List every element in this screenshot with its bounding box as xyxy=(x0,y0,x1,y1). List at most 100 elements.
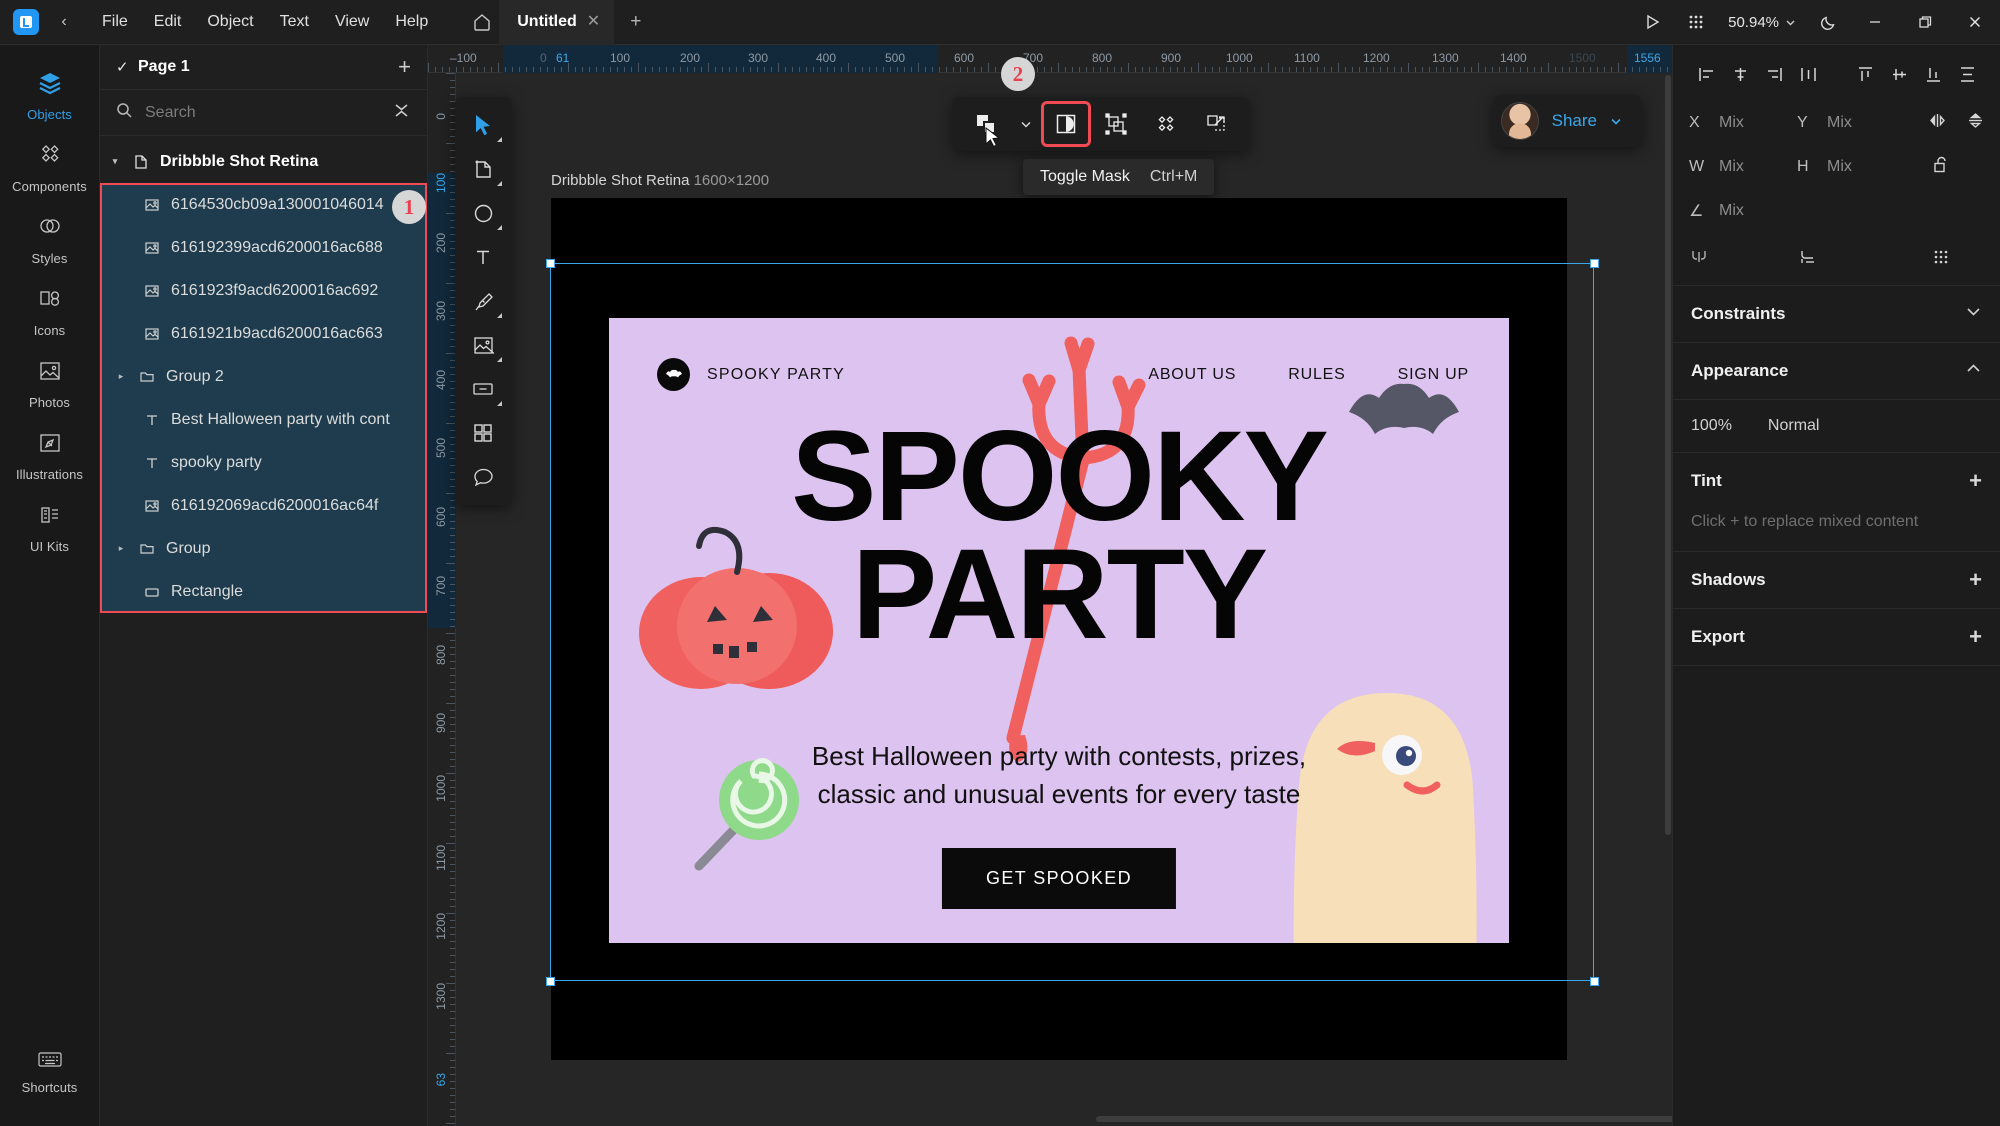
grid-dots-icon[interactable] xyxy=(1932,248,1950,271)
distribute-v-button[interactable] xyxy=(1950,59,1984,89)
blend-mode-value[interactable]: Normal xyxy=(1768,417,1820,435)
close-icon[interactable]: ✕ xyxy=(587,14,600,30)
section-tint[interactable]: Tint + xyxy=(1673,453,2000,509)
window-close-button[interactable] xyxy=(1950,0,2000,45)
section-appearance[interactable]: Appearance xyxy=(1673,343,2000,399)
sidebar-item-illustrations[interactable]: Illustrations xyxy=(0,419,100,491)
layer-root-artboard[interactable]: ▾ Dribbble Shot Retina xyxy=(100,140,427,183)
menu-help[interactable]: Help xyxy=(382,7,441,37)
align-middle-v-button[interactable] xyxy=(1882,59,1916,89)
sidebar-item-styles[interactable]: Styles xyxy=(0,203,100,275)
layer-item-2[interactable]: 6161923f9acd6200016ac692 xyxy=(100,269,427,312)
group-button[interactable] xyxy=(1093,103,1139,145)
y-field[interactable]: Y Mix xyxy=(1797,114,1905,132)
shape-tool[interactable] xyxy=(461,193,505,233)
layer-item-4[interactable]: ▸ Group 2 xyxy=(100,355,427,398)
align-right-button[interactable] xyxy=(1757,59,1791,89)
layer-item-5[interactable]: Best Halloween party with cont xyxy=(100,398,427,441)
moon-icon[interactable] xyxy=(1806,0,1850,45)
layer-item-1[interactable]: 616192399acd6200016ac688 xyxy=(100,226,427,269)
plus-icon[interactable]: + xyxy=(614,11,657,33)
selection-handle-bl[interactable] xyxy=(546,977,555,986)
add-shadow-button[interactable]: + xyxy=(1969,569,1982,591)
text-tool[interactable] xyxy=(461,237,505,277)
layer-item-9[interactable]: Rectangle xyxy=(100,570,427,613)
nav-link-sign-up[interactable]: SIGN UP xyxy=(1398,366,1469,384)
canvas-viewport[interactable]: Dribbble Shot Retina 1600×1200 SPOOKY PA… xyxy=(456,73,1672,1126)
chevron-left-icon[interactable]: ‹ xyxy=(53,13,75,31)
vertical-ruler[interactable]: 0 100 200 300 400 500 600 700 800 900 10… xyxy=(428,73,456,1126)
chevron-up-icon[interactable] xyxy=(1965,360,1982,382)
chevron-down-icon[interactable] xyxy=(1965,303,1982,325)
sidebar-item-components[interactable]: Components xyxy=(0,131,100,203)
boolean-ops-button[interactable] xyxy=(963,103,1009,145)
artboard-canvas[interactable]: SPOOKY PARTY ABOUT US RULES SIGN UP SPOO… xyxy=(551,198,1567,1060)
play-icon[interactable] xyxy=(1630,0,1674,45)
align-left-button[interactable] xyxy=(1689,59,1723,89)
sidebar-item-shortcuts[interactable]: Shortcuts xyxy=(0,1038,100,1104)
create-component-button[interactable] xyxy=(1143,103,1189,145)
flip-horizontal-icon[interactable] xyxy=(1928,112,1947,134)
layer-item-6[interactable]: spooky party xyxy=(100,441,427,484)
pen-tool[interactable] xyxy=(461,281,505,321)
menu-file[interactable]: File xyxy=(89,7,141,37)
vertical-scrollbar[interactable] xyxy=(1665,75,1671,835)
menu-text[interactable]: Text xyxy=(267,7,322,37)
sidebar-item-ui-kits[interactable]: UI Kits xyxy=(0,491,100,563)
section-export[interactable]: Export + xyxy=(1673,609,2000,665)
selection-handle-tr[interactable] xyxy=(1590,259,1599,268)
nav-link-rules[interactable]: RULES xyxy=(1288,366,1345,384)
flatten-button[interactable] xyxy=(1193,103,1239,145)
corner-radius-icon[interactable] xyxy=(1689,247,1709,272)
grid-apps-icon[interactable] xyxy=(1674,0,1718,45)
collapse-all-icon[interactable] xyxy=(392,101,411,125)
distribute-h-button[interactable] xyxy=(1791,59,1825,89)
comment-tool[interactable] xyxy=(461,457,505,497)
select-tool[interactable] xyxy=(461,105,505,145)
menu-edit[interactable]: Edit xyxy=(141,7,195,37)
canvas-area[interactable]: –100 0 61 100 200 300 400 500 600 700 80… xyxy=(428,45,1672,1126)
sidebar-item-objects[interactable]: Objects xyxy=(0,59,100,131)
twisty-icon[interactable]: ▸ xyxy=(114,371,128,382)
sidebar-item-icons[interactable]: Icons xyxy=(0,275,100,347)
add-tint-button[interactable]: + xyxy=(1969,470,1982,492)
selection-handle-tl[interactable] xyxy=(546,259,555,268)
components-tool[interactable] xyxy=(461,413,505,453)
chevron-down-icon[interactable] xyxy=(1610,115,1622,127)
section-shadows[interactable]: Shadows + xyxy=(1673,552,2000,608)
horizontal-ruler[interactable]: –100 0 61 100 200 300 400 500 600 700 80… xyxy=(428,45,1672,73)
artboard-tool[interactable] xyxy=(461,149,505,189)
poster-design[interactable]: SPOOKY PARTY ABOUT US RULES SIGN UP SPOO… xyxy=(609,318,1509,943)
toggle-mask-button[interactable] xyxy=(1041,101,1091,147)
align-bottom-button[interactable] xyxy=(1916,59,1950,89)
layer-item-0[interactable]: 6164530cb09a130001046014 xyxy=(100,183,427,226)
page-row[interactable]: ✓ Page 1 + xyxy=(100,45,427,90)
height-field[interactable]: H Mix xyxy=(1797,158,1905,176)
horizontal-scrollbar[interactable] xyxy=(1096,1116,1672,1122)
add-page-button[interactable]: + xyxy=(398,56,411,78)
image-tool[interactable] xyxy=(461,325,505,365)
menu-object[interactable]: Object xyxy=(194,7,266,37)
artboard-title[interactable]: Dribbble Shot Retina 1600×1200 xyxy=(551,172,769,189)
flip-vertical-icon[interactable] xyxy=(1967,111,1984,135)
twisty-icon[interactable]: ▾ xyxy=(108,156,122,167)
section-constraints[interactable]: Constraints xyxy=(1673,286,2000,342)
align-top-button[interactable] xyxy=(1848,59,1882,89)
share-control[interactable]: Share xyxy=(1492,95,1642,147)
boolean-ops-chevron-icon[interactable] xyxy=(1013,103,1039,145)
nav-link-about-us[interactable]: ABOUT US xyxy=(1148,366,1236,384)
selection-handle-br[interactable] xyxy=(1590,977,1599,986)
button-tool[interactable] xyxy=(461,369,505,409)
width-field[interactable]: W Mix xyxy=(1689,158,1797,176)
document-tab[interactable]: Untitled ✕ xyxy=(499,0,615,45)
layer-item-3[interactable]: 6161921b9acd6200016ac663 xyxy=(100,312,427,355)
rotation-field[interactable]: ∠ Mix xyxy=(1689,201,1797,221)
layer-item-7[interactable]: 616192069acd6200016ac64f xyxy=(100,484,427,527)
search-input[interactable] xyxy=(145,103,380,122)
share-button-label[interactable]: Share xyxy=(1552,111,1597,131)
zoom-control[interactable]: 50.94% xyxy=(1718,14,1806,31)
minimize-button[interactable] xyxy=(1850,0,1900,45)
align-center-h-button[interactable] xyxy=(1723,59,1757,89)
layer-item-8[interactable]: ▸ Group xyxy=(100,527,427,570)
maximize-button[interactable] xyxy=(1900,0,1950,45)
